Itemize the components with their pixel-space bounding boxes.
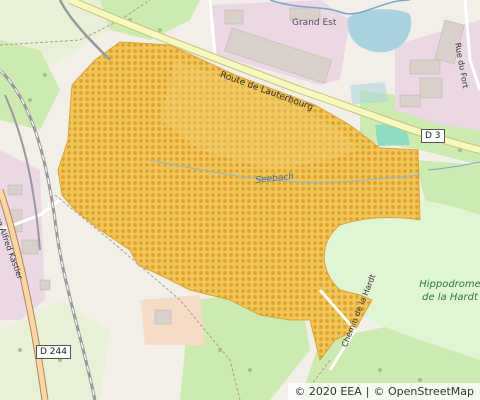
hippodrome-line-2: de la Hardt <box>422 292 478 303</box>
industrial-zone <box>140 295 205 345</box>
road-shield-d3: D 3 <box>421 129 445 143</box>
map-view[interactable]: Route de Lauterbourg D 3 D 244 Rue Alfre… <box>0 0 480 400</box>
map-attribution: © 2020 EEA | © OpenStreetMap <box>288 383 480 400</box>
attribution-separator: | <box>365 385 370 398</box>
attribution-osm-link[interactable]: © OpenStreetMap <box>373 385 474 398</box>
place-label-grand-est: Grand Est <box>292 18 337 28</box>
water-basin <box>350 82 388 104</box>
map-canvas <box>0 0 480 400</box>
hippodrome-line-1: Hippodrome <box>419 279 480 290</box>
attribution-eea-link[interactable]: © 2020 EEA <box>294 385 361 398</box>
road-shield-d244: D 244 <box>36 345 71 359</box>
place-label-hippodrome: Hippodrome de la Hardt <box>410 278 480 304</box>
